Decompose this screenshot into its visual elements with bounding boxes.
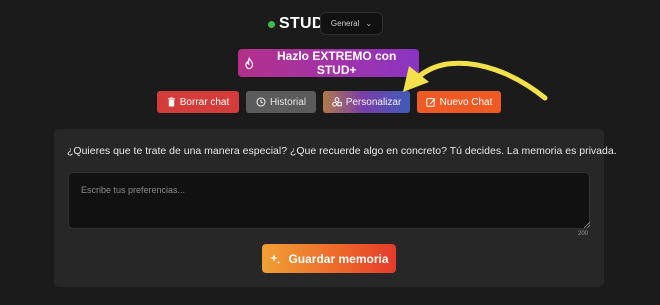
online-status-dot (268, 21, 275, 28)
save-memory-button[interactable]: Guardar memoria (262, 244, 396, 273)
char-limit-counter: 200 (578, 231, 589, 237)
trash-icon (167, 97, 175, 107)
resize-grip-icon[interactable] (584, 222, 590, 228)
memory-panel: ¿Quieres que te trate de una manera espe… (54, 129, 617, 287)
memory-preferences-input[interactable] (68, 172, 590, 229)
sparkle-icon (270, 253, 281, 264)
shapes-icon (331, 97, 342, 107)
upgrade-extreme-label: Hazlo EXTREMO con STUD+ (277, 49, 397, 77)
history-button[interactable]: Historial (246, 91, 316, 113)
memory-question-text: ¿Quieres que te trate de una manera espe… (67, 145, 617, 157)
clock-icon (256, 97, 266, 107)
upgrade-extreme-button[interactable]: Hazlo EXTREMO con STUD+ (238, 49, 419, 77)
mode-select[interactable]: General ⌄ (320, 12, 383, 35)
highlight-arrow (403, 60, 548, 101)
flame-icon (245, 56, 254, 69)
brand-title: STUD (279, 15, 324, 32)
chevron-down-icon: ⌄ (365, 19, 373, 28)
personalize-label: Personalizar (345, 96, 402, 108)
clear-chat-button[interactable]: Borrar chat (157, 91, 239, 113)
clear-chat-label: Borrar chat (179, 96, 230, 108)
save-memory-label: Guardar memoria (288, 251, 389, 266)
history-label: Historial (269, 96, 307, 108)
mode-select-value: General (330, 19, 360, 28)
